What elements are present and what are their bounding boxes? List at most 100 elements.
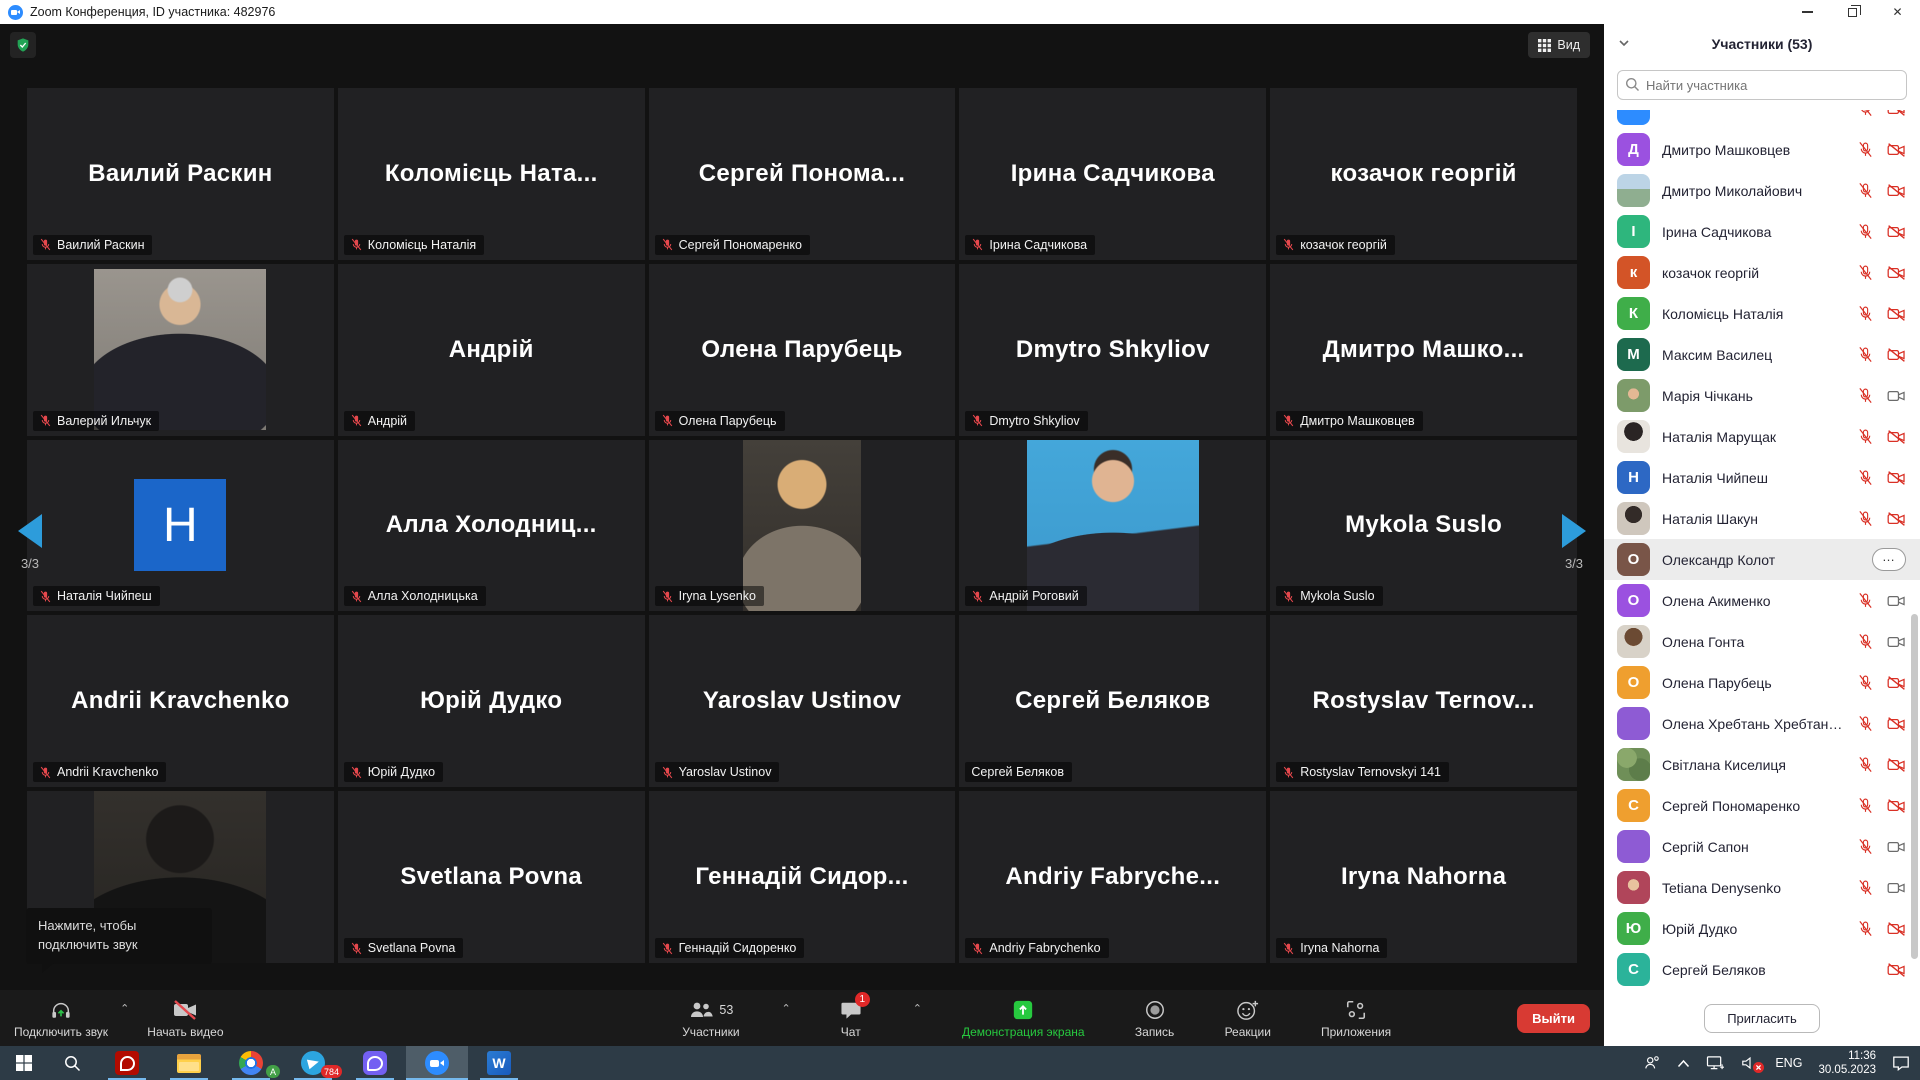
close-button[interactable]: ✕ [1875, 0, 1920, 24]
participant-row[interactable]: І Ірина Садчикова … [1604, 211, 1920, 252]
security-shield-icon[interactable] [10, 32, 36, 58]
taskbar-app-button[interactable]: A [220, 1046, 282, 1080]
apps-button[interactable]: Приложения [1311, 998, 1401, 1039]
video-tile[interactable]: Iryna Lysenko [649, 440, 956, 612]
participant-row[interactable]: Наталія Марущак … [1604, 416, 1920, 457]
participant-row[interactable]: Н Наталія Чийпеш … [1604, 457, 1920, 498]
participant-row[interactable]: … [1604, 110, 1920, 129]
leave-meeting-button[interactable]: Выйти [1517, 1004, 1590, 1033]
video-tile[interactable]: Н Наталія Чийпеш [27, 440, 334, 612]
view-button[interactable]: Вид [1528, 32, 1590, 58]
participants-button[interactable]: 53 Участники [672, 998, 749, 1039]
video-tile[interactable]: Андрій Роговий [959, 440, 1266, 612]
participant-row[interactable]: Марія Чічкань … [1604, 375, 1920, 416]
video-tile[interactable]: Iryna Nahorna Iryna Nahorna [1270, 791, 1577, 963]
video-tile[interactable]: Сергей Беляков Сергей Беляков [959, 615, 1266, 787]
participant-row[interactable]: Д Дмитро Машковцев … [1604, 129, 1920, 170]
chat-chevron[interactable]: ⌃ [913, 1002, 922, 1015]
panel-scrollbar-thumb[interactable] [1911, 614, 1918, 959]
grid-view-icon [1538, 39, 1551, 52]
start-button[interactable] [0, 1046, 48, 1080]
taskbar-app-button[interactable] [158, 1046, 220, 1080]
taskbar-app-button[interactable]: 784 [282, 1046, 344, 1080]
network-icon[interactable] [1706, 1055, 1725, 1071]
participant-row[interactable]: С Сергей Пономаренко … [1604, 785, 1920, 826]
people-tray-icon[interactable] [1643, 1055, 1661, 1071]
video-tile[interactable]: Ваилий Раскин Ваилий Раскин [27, 88, 334, 260]
search-input[interactable] [1617, 70, 1907, 100]
share-screen-button[interactable]: Демонстрация экрана [952, 998, 1095, 1039]
video-tile[interactable]: Rostyslav Ternov... Rostyslav Ternovskyi… [1270, 615, 1577, 787]
video-tile[interactable]: Юрій Дудко Юрій Дудко [338, 615, 645, 787]
participant-row[interactable]: Tetiana Denysenko … [1604, 867, 1920, 908]
participant-row[interactable]: С Сергей Беляков … [1604, 949, 1920, 990]
video-tile[interactable]: Алла Холодниц... Алла Холодницька [338, 440, 645, 612]
next-page-control[interactable]: 3/3 [1546, 514, 1602, 571]
search-icon [64, 1055, 81, 1072]
volume-muted-icon[interactable] [1741, 1055, 1759, 1071]
participant-row[interactable]: О Олександр Колот … [1604, 539, 1920, 580]
tile-name-label: Олена Парубець [655, 411, 785, 431]
video-tile[interactable]: Yaroslav Ustinov Yaroslav Ustinov [649, 615, 956, 787]
participant-row[interactable]: Світлана Киселиця … [1604, 744, 1920, 785]
reactions-button[interactable]: Реакции [1215, 998, 1281, 1039]
next-page-arrow-icon[interactable] [1562, 514, 1586, 548]
video-tile[interactable]: Andriy Fabryche... Andriy Fabrychenko [959, 791, 1266, 963]
muted-mic-icon [39, 590, 52, 603]
tile-display-name: Iryna Nahorna [1341, 863, 1506, 891]
taskbar-app-button[interactable] [96, 1046, 158, 1080]
participant-row[interactable]: Ю Юрій Дудко … [1604, 908, 1920, 949]
participant-row[interactable]: С Сергій Сапон … [1604, 826, 1920, 867]
video-tile[interactable]: Andrii Kravchenko Andrii Kravchenko [27, 615, 334, 787]
join-audio-chevron[interactable]: ⌃ [120, 1002, 129, 1015]
action-center-icon[interactable] [1892, 1055, 1910, 1071]
record-button[interactable]: Запись [1125, 998, 1185, 1039]
video-tile[interactable]: Андрій Андрій [338, 264, 645, 436]
apps-icon [1345, 999, 1367, 1021]
restore-button[interactable] [1830, 0, 1875, 24]
tile-name-label: Iryna Nahorna [1276, 938, 1387, 958]
participant-row[interactable]: О Олена Акименко … [1604, 580, 1920, 621]
participant-name: Коломієць Наталія [1662, 306, 1845, 322]
video-off-icon [1887, 183, 1906, 199]
invite-button[interactable]: Пригласить [1704, 1004, 1820, 1033]
participant-row[interactable]: О Олена Парубець … [1604, 662, 1920, 703]
participant-name: Олена Гонта [1662, 634, 1845, 650]
participant-row[interactable]: Олена Гонта … [1604, 621, 1920, 662]
participant-avatar [1617, 420, 1650, 453]
video-tile[interactable]: Svetlana Povna Svetlana Povna [338, 791, 645, 963]
video-tile[interactable]: Ірина Садчикова Ірина Садчикова [959, 88, 1266, 260]
language-indicator[interactable]: ENG [1775, 1056, 1802, 1070]
video-tile[interactable]: Сергей Понома... Сергей Пономаренко [649, 88, 956, 260]
video-tile[interactable]: козачок георгій козачок георгій [1270, 88, 1577, 260]
participant-row[interactable]: К Коломієць Наталія … [1604, 293, 1920, 334]
participant-row[interactable]: Дмитро Миколайович … [1604, 170, 1920, 211]
previous-page-control[interactable]: 3/3 [2, 514, 58, 571]
chat-button[interactable]: 1 Чат [821, 998, 881, 1039]
previous-page-arrow-icon[interactable] [18, 514, 42, 548]
minimize-button[interactable] [1785, 0, 1830, 24]
taskbar-app-button[interactable] [344, 1046, 406, 1080]
tile-display-name: Сергей Понома... [699, 160, 905, 188]
collapse-panel-chevron-icon[interactable] [1618, 36, 1630, 48]
show-hidden-icons-chevron[interactable] [1677, 1059, 1690, 1068]
participant-row[interactable]: к козачок георгій … [1604, 252, 1920, 293]
participant-row[interactable]: М Максим Василец … [1604, 334, 1920, 375]
more-options-button[interactable]: … [1872, 548, 1906, 571]
participant-row[interactable]: Наталія Шакун … [1604, 498, 1920, 539]
start-video-button[interactable]: Начать видео [137, 998, 233, 1039]
join-audio-button[interactable]: Подключить звук [4, 998, 118, 1039]
taskbar-clock[interactable]: 11:36 30.05.2023 [1818, 1049, 1876, 1078]
video-tile[interactable]: Геннадій Сидор... Геннадій Сидоренко [649, 791, 956, 963]
taskbar-app-button[interactable]: W [468, 1046, 530, 1080]
participants-chevron[interactable]: ⌃ [782, 1002, 791, 1015]
video-tile[interactable]: Mykola Suslo Mykola Suslo [1270, 440, 1577, 612]
video-tile[interactable]: Олена Парубець Олена Парубець [649, 264, 956, 436]
taskbar-app-button[interactable] [406, 1046, 468, 1080]
video-tile[interactable]: Коломієць Ната... Коломієць Наталія [338, 88, 645, 260]
video-tile[interactable]: Dmytro Shkyliov Dmytro Shkyliov [959, 264, 1266, 436]
video-tile[interactable]: Валерий Ильчук [27, 264, 334, 436]
taskbar-search-button[interactable] [48, 1046, 96, 1080]
video-tile[interactable]: Дмитро Машко... Дмитро Машковцев [1270, 264, 1577, 436]
participant-row[interactable]: О Олена Хребтань Хребтань Ол... … [1604, 703, 1920, 744]
